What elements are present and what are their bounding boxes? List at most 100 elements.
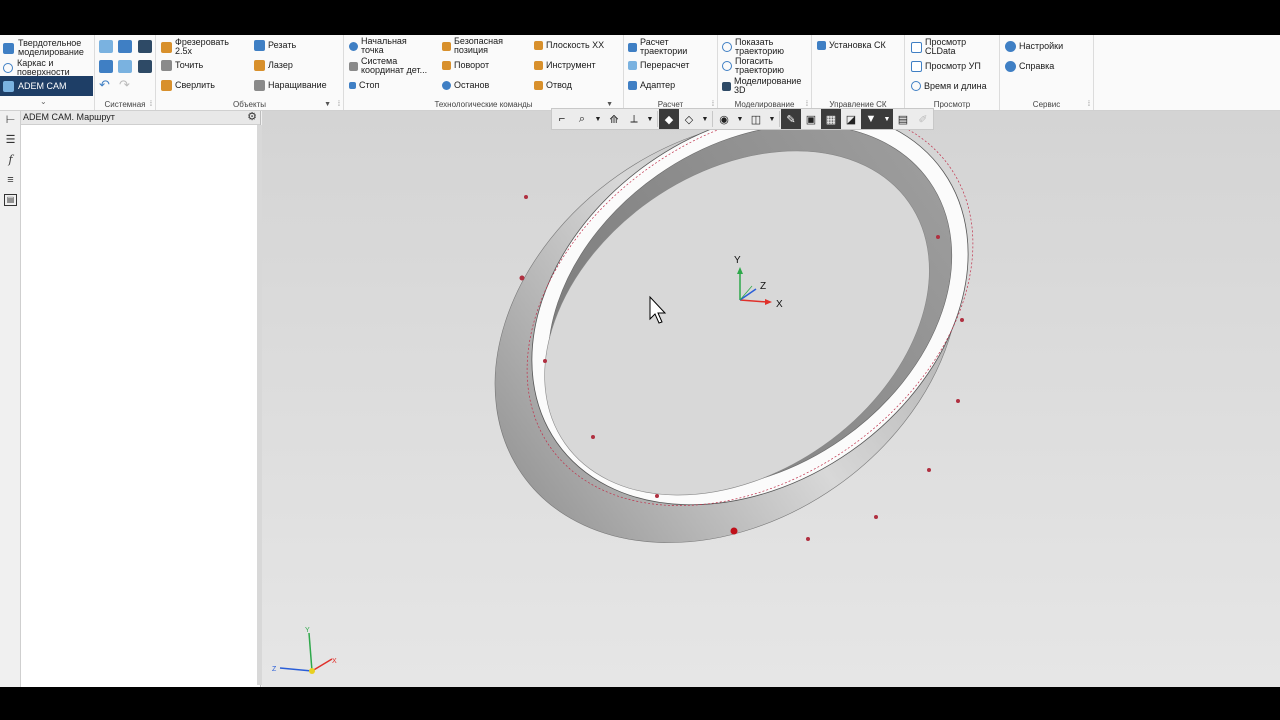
tree-icon[interactable]: ⊢ <box>4 114 17 126</box>
group-tech-commands: Начальная точка Система координат дет...… <box>344 35 624 110</box>
gear-icon[interactable]: ⚙ <box>247 111 257 124</box>
align-view-icon[interactable]: ⌐ <box>552 109 572 129</box>
part-coord-system-button[interactable]: Система координат дет... <box>349 57 427 75</box>
stop-icon <box>349 82 356 89</box>
start-point-icon <box>349 41 358 51</box>
settings-button[interactable]: Настройки <box>1005 41 1063 52</box>
group-calc-dots-icon[interactable]: ⁞ <box>712 101 714 108</box>
calc-path-button[interactable]: Расчет траектории <box>628 38 687 56</box>
drill-button[interactable]: Сверлить <box>161 80 215 91</box>
filter-icon[interactable]: ▼ <box>861 109 881 129</box>
time-length-button[interactable]: Время и длина <box>911 81 987 91</box>
turn-icon <box>161 60 172 71</box>
start-point-button[interactable]: Начальная точка <box>349 37 407 55</box>
ring-part[interactable] <box>413 111 1044 630</box>
snap-icon[interactable]: ✎ <box>781 109 801 129</box>
collapse-modes-icon[interactable]: ⌄ <box>40 97 47 106</box>
view-cldata-button[interactable]: Просмотр CLData <box>911 38 966 56</box>
plane-xx-button[interactable]: Плоскость XX <box>534 41 604 50</box>
section-icon[interactable]: ▣ <box>801 109 821 129</box>
visibility-icon[interactable]: ◉ <box>714 109 734 129</box>
mode-adem-cam[interactable]: ADEM CAM <box>0 76 93 96</box>
open-file-icon[interactable] <box>118 40 132 53</box>
redo-icon[interactable]: ↷ <box>119 77 130 93</box>
display-dropdown-icon[interactable]: ▼ <box>699 109 711 129</box>
mode-switcher: Твердотельное моделирование Каркас и пов… <box>0 35 95 110</box>
adapter-icon <box>628 81 637 90</box>
group-system-dots-icon[interactable]: ⁞ <box>150 101 152 108</box>
list-icon[interactable]: ☰ <box>4 134 17 146</box>
visibility-dropdown-icon[interactable]: ▼ <box>734 109 746 129</box>
orient-dropdown-icon[interactable]: ▼ <box>644 109 656 129</box>
mode-solid-modeling[interactable]: Твердотельное моделирование <box>0 39 84 57</box>
new-file-icon[interactable] <box>99 40 113 53</box>
laser-icon <box>254 60 265 71</box>
adapter-button[interactable]: Адаптер <box>628 81 675 90</box>
camera-icon[interactable]: ◫ <box>746 109 766 129</box>
print-preview-icon[interactable] <box>118 60 132 73</box>
retract-icon <box>534 81 543 90</box>
group-view: Просмотр CLData Просмотр УП Время и длин… <box>905 35 1000 110</box>
mode-wireframe[interactable]: Каркас и поверхности <box>0 59 70 77</box>
route-panel-icon[interactable]: ▤ <box>4 194 17 206</box>
group-tech-dropdown-icon[interactable]: ▼ <box>606 101 613 108</box>
group-service: Настройки Справка Сервис ⁞ <box>1000 35 1094 110</box>
camera-dropdown-icon[interactable]: ▼ <box>766 109 778 129</box>
group-objects-dots-icon[interactable]: ⁞ <box>338 101 340 108</box>
save-file-icon[interactable] <box>138 40 152 53</box>
print-icon[interactable] <box>99 60 113 73</box>
view-axis-triad: Y X Z <box>272 627 337 674</box>
view-up-button[interactable]: Просмотр УП <box>911 61 981 72</box>
group-modeling-dots-icon[interactable]: ⁞ <box>806 101 808 108</box>
filter-dropdown-icon[interactable]: ▼ <box>881 109 893 129</box>
measure-icon[interactable]: ▦ <box>821 109 841 129</box>
triad-z-label: Z <box>272 666 277 673</box>
halt-icon <box>442 81 451 90</box>
tool-button[interactable]: Инструмент <box>534 61 596 70</box>
set-cs-button[interactable]: Установка СК <box>817 41 886 50</box>
build-up-button[interactable]: Наращивание <box>254 80 327 91</box>
coord-system-icon <box>349 61 358 71</box>
group-service-dots-icon[interactable]: ⁞ <box>1088 101 1090 108</box>
undo-icon[interactable]: ↶ <box>99 77 110 93</box>
group-label-objects: Объекты <box>233 100 266 109</box>
layers-icon[interactable]: ≡ <box>4 174 17 186</box>
shaded-view-icon[interactable]: ◆ <box>659 109 679 129</box>
modeling-3d-icon <box>722 81 731 91</box>
rotate-button[interactable]: Поворот <box>442 61 489 70</box>
plane-icon <box>534 41 543 50</box>
help-icon <box>1005 61 1016 72</box>
wireframe-view-icon[interactable]: ◇ <box>679 109 699 129</box>
3d-viewport[interactable]: Y X Z Y X Z <box>262 111 1280 687</box>
modeling-3d-button[interactable]: Моделирование 3D <box>722 77 801 95</box>
help-button[interactable]: Справка <box>1005 61 1054 72</box>
properties-icon[interactable]: ▤ <box>893 109 913 129</box>
orient-axes-icon[interactable]: ⟂ <box>624 109 644 129</box>
turn-button[interactable]: Точить <box>161 60 203 71</box>
route-panel: ADEM CAM. Маршрут ⚙ <box>21 111 261 687</box>
zoom-dropdown-icon[interactable]: ▼ <box>592 109 604 129</box>
zoom-icon[interactable]: ⌕ <box>572 109 592 129</box>
retract-button[interactable]: Отвод <box>534 81 572 90</box>
cut-button[interactable]: Резать <box>254 40 296 51</box>
view-direction-icon[interactable]: ⟰ <box>604 109 624 129</box>
mill-25x-button[interactable]: Фрезеровать 2.5x <box>161 38 229 56</box>
function-icon[interactable]: f <box>4 154 17 166</box>
safe-position-button[interactable]: Безопасная позиция <box>442 37 503 55</box>
laser-button[interactable]: Лазер <box>254 60 293 71</box>
show-path-button[interactable]: Показать траекторию <box>722 38 784 56</box>
group-objects-dropdown-icon[interactable]: ▼ <box>324 101 331 108</box>
group-system: ↶ ↷ Системная ⁞ <box>95 35 156 110</box>
halt-button[interactable]: Останов <box>442 81 489 90</box>
layer-icon[interactable]: ◪ <box>841 109 861 129</box>
edit-icon[interactable]: ✐ <box>913 109 933 129</box>
group-label-system: Системная <box>104 100 146 109</box>
solid-icon <box>3 42 14 54</box>
save-as-icon[interactable] <box>138 60 152 73</box>
stop-button[interactable]: Стоп <box>349 81 379 90</box>
recalc-button[interactable]: Перерасчет <box>628 61 689 70</box>
hide-path-icon <box>722 61 732 71</box>
hide-path-button[interactable]: Погасить траекторию <box>722 57 784 75</box>
triad-x-label: X <box>332 658 337 665</box>
axis-x-label: X <box>776 299 783 310</box>
